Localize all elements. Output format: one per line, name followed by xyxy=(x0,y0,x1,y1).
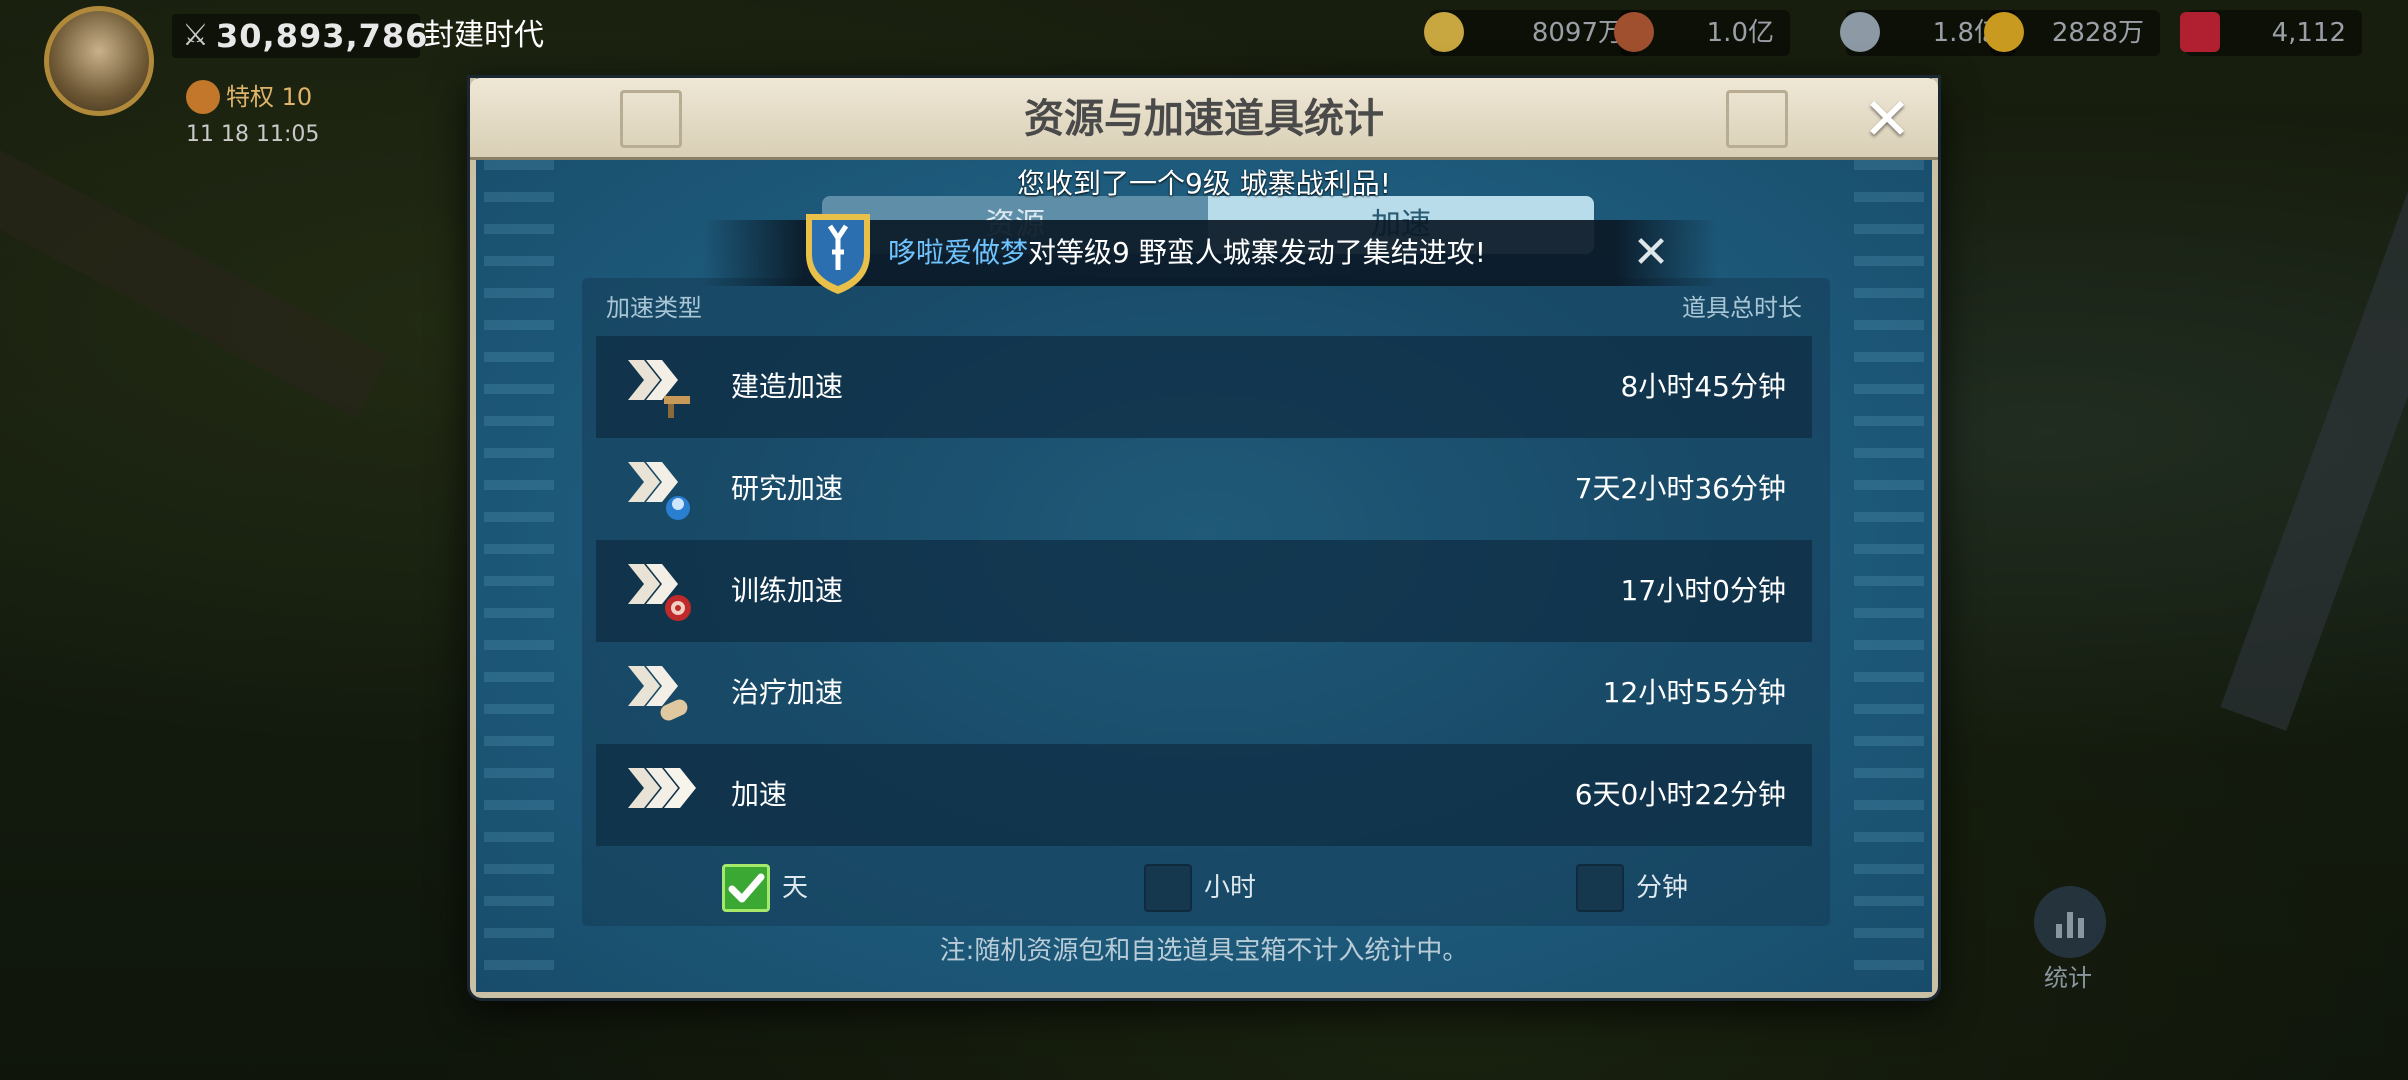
resource-wood[interactable]: 1.0亿 xyxy=(1614,10,1790,56)
speedup-name: 建造加速 xyxy=(731,370,844,403)
alliance-shield-icon xyxy=(806,214,870,294)
resource-gold[interactable]: 2828万 xyxy=(1984,10,2160,56)
rally-notification-text: 哆啦爱做梦对等级9 野蛮人城寨发动了集结进攻! xyxy=(888,220,1486,286)
resource-gems[interactable]: 4,112 xyxy=(2180,10,2362,56)
gem-icon xyxy=(2180,12,2220,52)
gold-value: 2828万 xyxy=(2051,18,2144,48)
unit-hour-checkbox[interactable] xyxy=(1144,864,1192,912)
resource-food[interactable]: 8097万 xyxy=(1424,10,1640,56)
speedup-name: 训练加速 xyxy=(731,574,844,607)
speedup-name: 治疗加速 xyxy=(731,676,844,709)
wood-icon xyxy=(1614,12,1654,52)
power-icon: ⚔ xyxy=(182,18,209,53)
table-row: 治疗加速 12小时55分钟 xyxy=(596,642,1812,744)
player-name-link[interactable]: 哆啦爱做梦 xyxy=(888,236,1028,269)
decorative-border xyxy=(1854,160,1924,972)
healing-speedup-icon xyxy=(628,666,688,721)
coordinates: 11 18 11:05 xyxy=(186,122,320,147)
column-header-total: 道具总时长 xyxy=(1682,294,1802,322)
food-icon xyxy=(1424,12,1464,52)
table-row: 研究加速 7天2小时36分钟 xyxy=(596,438,1812,540)
food-value: 8097万 xyxy=(1531,18,1624,48)
era-label: 封建时代 xyxy=(424,18,544,53)
unit-minute-checkbox[interactable] xyxy=(1576,864,1624,912)
wood-value: 1.0亿 xyxy=(1706,18,1774,48)
universal-speedup-icon xyxy=(628,768,696,808)
close-icon: ✕ xyxy=(1862,85,1912,153)
stone-icon xyxy=(1840,12,1880,52)
unit-minute-label: 分钟 xyxy=(1636,873,1689,903)
gems-value: 4,112 xyxy=(2271,18,2346,48)
unit-hour-label: 小时 xyxy=(1204,873,1257,903)
speedup-duration: 7天2小时36分钟 xyxy=(1574,472,1786,505)
unit-day-label: 天 xyxy=(782,873,809,903)
close-button[interactable]: ✕ xyxy=(1858,90,1916,148)
bar-chart-icon xyxy=(2056,912,2084,938)
speedup-name: 加速 xyxy=(731,778,788,811)
speedup-duration: 8小时45分钟 xyxy=(1620,370,1786,403)
footnote: 注:随机资源包和自选道具宝箱不计入统计中。 xyxy=(939,936,1469,966)
notification-close-button[interactable]: ✕ xyxy=(1624,226,1678,280)
table-row: 训练加速 17小时0分钟 xyxy=(596,540,1812,642)
speedup-name: 研究加速 xyxy=(731,472,844,505)
loot-notification: 您收到了一个9级 城寨战利品! xyxy=(1017,167,1391,200)
column-header-type: 加速类型 xyxy=(606,294,702,322)
research-speedup-icon xyxy=(628,462,690,520)
speedup-list[interactable]: 建造加速 8小时45分钟 研究加速 7天2小时36分钟 训练加速 17小时0分钟 xyxy=(596,336,1812,846)
power-value: 30,893,786 xyxy=(216,17,429,55)
unit-day-checkbox[interactable] xyxy=(722,864,770,912)
speedup-duration: 12小时55分钟 xyxy=(1602,676,1786,709)
build-speedup-icon xyxy=(628,360,690,418)
governor-avatar[interactable] xyxy=(44,6,154,116)
decorative-border xyxy=(484,160,554,972)
rally-message: 对等级9 野蛮人城寨发动了集结进攻! xyxy=(1028,236,1486,269)
vip-icon[interactable] xyxy=(186,80,220,114)
vip-level[interactable]: 特权 10 xyxy=(226,80,312,114)
stats-label: 统计 xyxy=(2044,964,2092,992)
speedup-duration: 17小时0分钟 xyxy=(1620,574,1786,607)
training-speedup-icon xyxy=(628,564,691,621)
dialog-title-bar: 资源与加速道具统计 ✕ xyxy=(470,78,1938,160)
table-row: 建造加速 8小时45分钟 xyxy=(596,336,1812,438)
speedup-stats-dialog: 资源与加速道具统计 ✕ 资源 加速 您收到了一个9级 城寨战利品! 哆啦爱做梦对… xyxy=(470,78,1938,998)
gold-icon xyxy=(1984,12,2024,52)
checkmark-icon xyxy=(728,873,765,903)
speedup-duration: 6天0小时22分钟 xyxy=(1574,778,1786,811)
table-row: 加速 6天0小时22分钟 xyxy=(596,744,1812,846)
stats-button[interactable] xyxy=(2034,886,2106,958)
dialog-title: 资源与加速道具统计 xyxy=(1024,96,1384,142)
